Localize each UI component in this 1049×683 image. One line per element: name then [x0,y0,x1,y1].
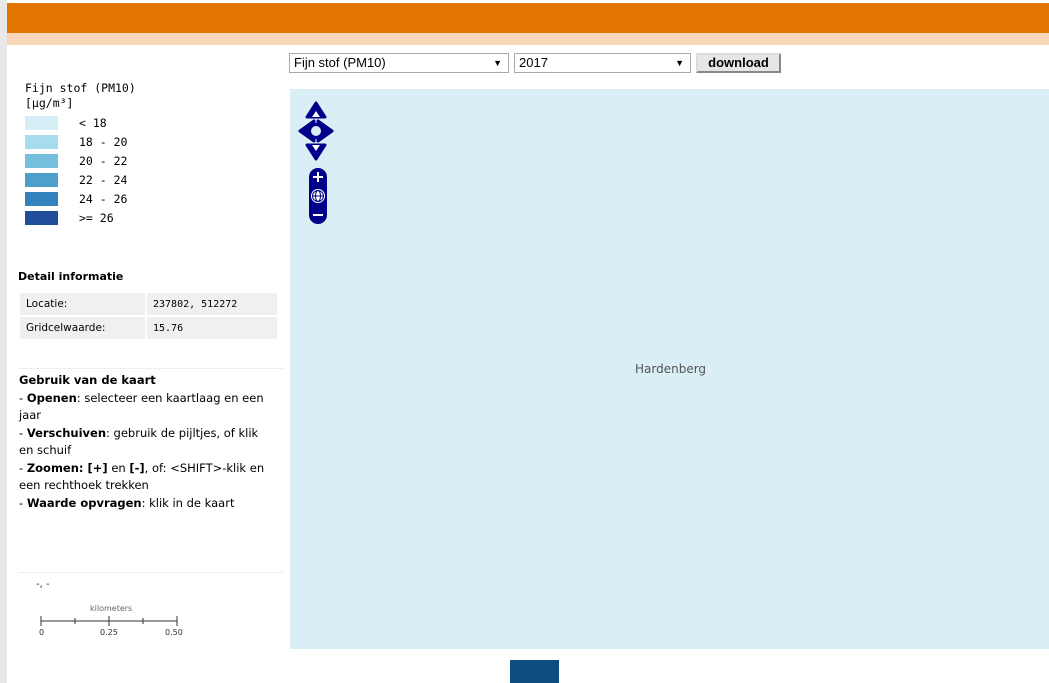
legend-swatch [25,211,58,225]
legend-title: Fijn stof (PM10) [25,81,136,95]
usage-keyword: Verschuiven [26,425,107,440]
legend-item: 22 - 24 [25,172,136,191]
legend-item: 18 - 20 [25,134,136,153]
map-canvas[interactable]: Hardenberg [290,89,1049,649]
zoom-world-icon[interactable] [311,189,325,203]
legend-unit: [µg/m³] [25,96,74,110]
usage-line: - Openen: selecteer een kaartlaag en een… [19,390,269,425]
layer-select-value: Fijn stof (PM10) [294,55,386,70]
legend-label: 24 - 26 [79,192,128,206]
divider [18,572,283,573]
zoom-out-icon[interactable] [311,208,325,222]
header-subbar [7,33,1049,45]
usage-text: : klik in de kaart [141,495,235,510]
usage-prefix: - [19,425,27,440]
year-select-value: 2017 [519,55,548,70]
detail-row: Locatie: 237802, 512272 [18,291,279,317]
legend-item: < 18 [25,115,136,134]
legend-swatch [25,116,58,130]
detail-row: Gridcelwaarde: 15.76 [18,315,279,341]
legend-label: 20 - 22 [79,154,128,168]
legend-label: < 18 [79,116,107,130]
dropdown-arrow-icon: ▼ [675,58,684,68]
scale-tick: 0 [39,628,44,637]
header-bar [7,3,1049,33]
detail-title: Detail informatie [18,270,124,283]
layer-select[interactable]: Fijn stof (PM10) ▼ [289,53,509,73]
scale-bar: kilometers 0 0.25 0.50 [39,604,183,637]
usage-colon: : [78,460,88,475]
scale-unit: kilometers [90,604,132,613]
dropdown-arrow-icon: ▼ [493,58,502,68]
year-select[interactable]: 2017 ▼ [514,53,691,73]
usage-instructions: Gebruik van de kaart - Openen: selecteer… [19,372,269,512]
download-button[interactable]: download [696,53,781,73]
mouse-coords: -, - [36,579,50,590]
usage-key-plus: [+] [87,460,108,475]
scale-tick: 0.25 [100,628,118,637]
detail-table: Locatie: 237802, 512272 Gridcelwaarde: 1… [18,291,279,341]
legend-label: >= 26 [79,211,114,225]
usage-keyword: Waarde opvragen [26,495,142,510]
usage-prefix: - [19,460,27,475]
legend-label: 22 - 24 [79,173,128,187]
usage-line: - Zoomen: [+] en [-], of: <SHIFT>-klik e… [19,460,265,493]
legend-swatch [25,173,58,187]
detail-value: 237802, 512272 [145,291,279,317]
usage-keyword: Openen [26,390,77,405]
usage-title: Gebruik van de kaart [19,373,156,387]
zoom-control [309,168,327,224]
footer-block [510,660,559,683]
usage-line: - Waarde opvragen: klik in de kaart [19,495,269,513]
usage-keyword: Zoomen [26,460,79,475]
zoom-in-icon[interactable] [311,170,325,184]
legend-swatch [25,154,58,168]
legend-label: 18 - 20 [79,135,128,149]
map-place-label: Hardenberg [635,362,707,376]
pan-control [298,101,334,161]
legend-item: >= 26 [25,210,136,229]
legend-swatch [25,192,58,206]
detail-value: 15.76 [145,315,279,341]
divider [18,368,283,369]
legend-item: 24 - 26 [25,191,136,210]
usage-prefix: - [19,495,27,510]
usage-key-minus: [-] [129,460,145,475]
scale-tick: 0.50 [165,628,183,637]
detail-label: Gridcelwaarde: [18,315,147,341]
left-border [0,0,7,683]
usage-line: - Verschuiven: gebruik de pijltjes, of k… [19,425,269,460]
detail-label: Locatie: [18,291,147,317]
usage-prefix: - [19,390,27,405]
detail-panel: Detail informatie Locatie: 237802, 51227… [18,270,279,341]
legend: Fijn stof (PM10) [µg/m³] < 18 18 - 20 20… [25,81,136,229]
legend-swatch [25,135,58,149]
legend-item: 20 - 22 [25,153,136,172]
